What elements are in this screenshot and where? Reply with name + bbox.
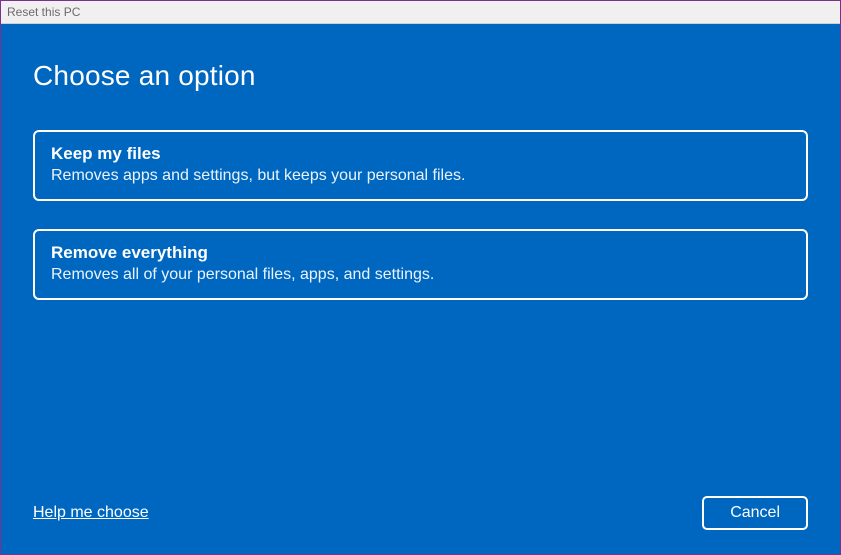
page-heading: Choose an option	[33, 60, 808, 92]
option-description: Removes apps and settings, but keeps you…	[51, 167, 790, 185]
title-bar: Reset this PC	[1, 1, 840, 24]
window-title: Reset this PC	[7, 5, 80, 19]
content-area: Choose an option Keep my files Removes a…	[1, 24, 840, 554]
reset-pc-window: Reset this PC Choose an option Keep my f…	[0, 0, 841, 555]
option-description: Removes all of your personal files, apps…	[51, 266, 790, 284]
option-keep-my-files[interactable]: Keep my files Removes apps and settings,…	[33, 130, 808, 201]
option-remove-everything[interactable]: Remove everything Removes all of your pe…	[33, 229, 808, 300]
cancel-button[interactable]: Cancel	[702, 496, 808, 530]
help-me-choose-link[interactable]: Help me choose	[33, 504, 149, 522]
options-list: Keep my files Removes apps and settings,…	[33, 130, 808, 300]
option-title: Remove everything	[51, 243, 790, 263]
option-title: Keep my files	[51, 144, 790, 164]
footer: Help me choose Cancel	[33, 480, 808, 530]
